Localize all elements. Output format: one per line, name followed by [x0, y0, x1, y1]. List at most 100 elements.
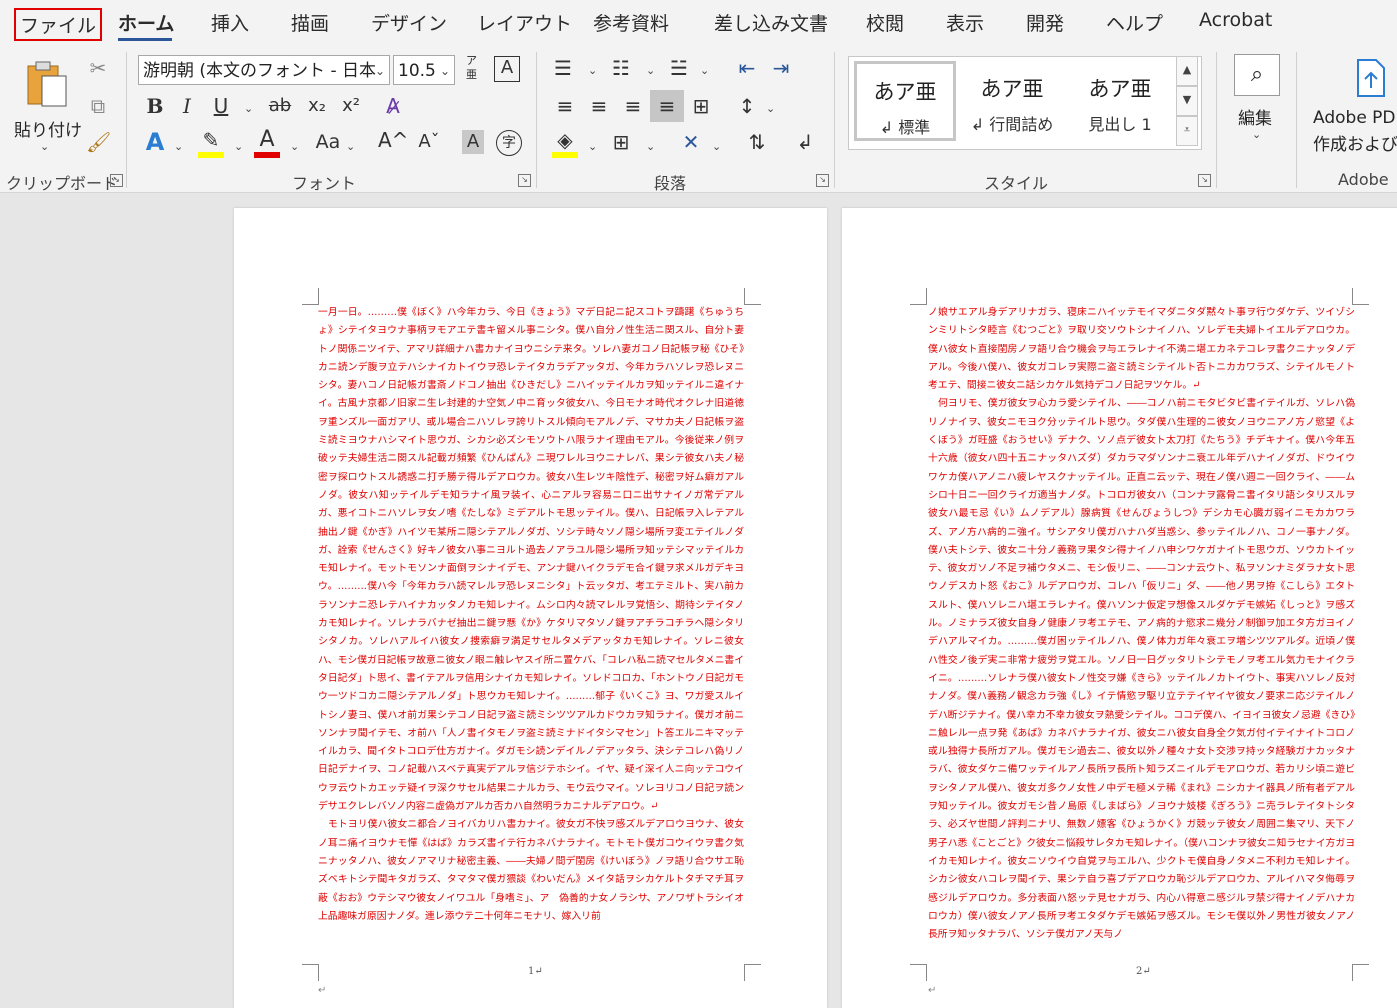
distributed-icon[interactable]: ⊞ [688, 94, 714, 118]
tab-insert[interactable]: 挿入 [211, 9, 249, 36]
document-body-text[interactable]: ノ娘サエアル身デアリナガラ、寝床ニハイッテモイマダニタダ黙々ト事ヲ行ウダケデ、ツ… [928, 304, 1355, 944]
clipboard-dialog-launcher[interactable]: ↘ [110, 174, 123, 187]
multilevel-list-icon[interactable]: ☱ [666, 56, 692, 80]
strikethrough-button[interactable]: ab [266, 94, 294, 118]
tab-references[interactable]: 参考資料 [593, 9, 669, 36]
document-page[interactable]: ノ娘サエアル身デアリナガラ、寝床ニハイッテモイマダニタダ黙々ト事ヲ行ウダケデ、ツ… [842, 208, 1397, 1008]
italic-button[interactable]: I [176, 94, 198, 118]
chevron-down-icon[interactable]: ⌄ [290, 140, 299, 153]
gallery-more[interactable]: ⩡ [1176, 116, 1198, 146]
style-heading-1[interactable]: あア亜 見出し 1 [1069, 61, 1171, 141]
chevron-down-icon[interactable]: ⌄ [700, 64, 709, 77]
borders-icon[interactable]: ⊞ [608, 130, 634, 154]
ribbon: 貼り付け ⌄ ✂ ⧉ 🖌 クリップボード ↘ 游明朝 (本文のフォント - 日本… [0, 44, 1397, 193]
adobe-create-pdf-button[interactable]: Adobe PD 作成および共 [1310, 54, 1397, 154]
enclose-char-button[interactable]: 字 [496, 130, 522, 156]
font-color-icon[interactable]: A [254, 128, 280, 158]
chevron-down-icon[interactable]: ⌄ [646, 64, 655, 77]
tab-layout[interactable]: レイアウト [477, 9, 572, 36]
paste-button[interactable]: 貼り付け ⌄ [10, 54, 82, 154]
crop-mark [1352, 964, 1369, 981]
editing-button[interactable]: ⌕ 編集 ⌄ [1232, 52, 1282, 152]
tab-file[interactable]: ファイル [14, 8, 103, 41]
chevron-down-icon: ⌄ [439, 64, 450, 78]
increase-indent-icon[interactable]: ⇥ [768, 56, 794, 80]
line-spacing-icon[interactable]: ↕ [734, 94, 760, 118]
crop-mark [910, 964, 927, 981]
adobe-button-line2: 作成および共 [1313, 135, 1397, 154]
char-shading-button[interactable]: A [462, 130, 484, 154]
superscript-button[interactable]: x² [338, 94, 364, 118]
show-marks-icon[interactable]: ↲ [792, 130, 818, 154]
tab-draw[interactable]: 描画 [291, 9, 329, 36]
adobe-button-line1: Adobe PD [1313, 108, 1396, 128]
chevron-down-icon[interactable]: ⌄ [646, 140, 655, 153]
format-painter-icon[interactable]: 🖌 [86, 130, 111, 154]
text-effects-icon[interactable]: A [142, 130, 168, 154]
decrease-indent-icon[interactable]: ⇤ [734, 56, 760, 80]
tab-mailings[interactable]: 差し込み文書 [714, 9, 828, 36]
paragraph-mark: ↵ [928, 985, 937, 996]
tab-home[interactable]: ホーム [118, 9, 174, 36]
subscript-button[interactable]: x₂ [304, 94, 330, 118]
align-center-icon[interactable]: ≡ [586, 94, 612, 118]
gallery-scroll-down[interactable]: ▼ [1176, 86, 1198, 116]
document-page[interactable]: 一月一日。………僕《ぼく》ハ今年カラ、今日《きょう》マデ日記ニ記スコトヲ躊躇《ち… [234, 208, 827, 1008]
styles-dialog-launcher[interactable]: ↘ [1198, 174, 1211, 187]
font-name-combo[interactable]: 游明朝 (本文のフォント - 日本 ⌄ [138, 55, 390, 85]
chevron-down-icon[interactable]: ⌄ [712, 140, 721, 153]
paragraph-mark: ↵ [318, 985, 327, 996]
tab-help[interactable]: ヘルプ [1106, 9, 1163, 36]
gallery-scroll-up[interactable]: ▲ [1176, 56, 1198, 86]
sort-icon[interactable]: ⇅ [744, 130, 770, 154]
group-divider [834, 52, 835, 188]
bold-button[interactable]: B [144, 94, 166, 118]
numbering-icon[interactable]: ☷ [608, 56, 634, 80]
paragraph-group-label: 段落 [654, 174, 687, 193]
font-size-combo[interactable]: 10.5 ⌄ [393, 55, 455, 85]
chevron-down-icon[interactable]: ⌄ [234, 140, 243, 153]
styles-group-label: スタイル [984, 174, 1049, 193]
highlight-color-icon[interactable]: ✎ [198, 128, 224, 158]
group-divider [126, 52, 127, 188]
copy-icon[interactable]: ⧉ [86, 94, 110, 118]
paste-label: 貼り付け [14, 121, 82, 141]
tab-developer[interactable]: 開発 [1026, 9, 1064, 36]
crop-mark [744, 964, 761, 981]
align-right-icon[interactable]: ≡ [620, 94, 646, 118]
bullets-icon[interactable]: ☰ [550, 56, 576, 80]
char-border-icon[interactable]: A [494, 56, 520, 82]
tab-design[interactable]: デザイン [371, 9, 447, 36]
change-case-button[interactable]: Aa [312, 130, 344, 154]
style-sample: あア亜 [1088, 77, 1152, 101]
tab-acrobat[interactable]: Acrobat [1199, 9, 1272, 31]
chevron-down-icon[interactable]: ⌄ [174, 140, 183, 153]
cut-icon[interactable]: ✂ [86, 56, 110, 80]
phonetic-guide-button[interactable]: ア亜 [466, 54, 480, 82]
chevron-down-icon[interactable]: ⌄ [244, 102, 253, 115]
font-dialog-launcher[interactable]: ↘ [518, 174, 531, 187]
asian-layout-icon[interactable]: ✕ [678, 130, 704, 154]
underline-button[interactable]: U [210, 94, 232, 118]
document-body-text[interactable]: 一月一日。………僕《ぼく》ハ今年カラ、今日《きょう》マデ日記ニ記スコトヲ躊躇《ち… [318, 304, 744, 926]
group-divider [1216, 52, 1217, 188]
chevron-down-icon: ⌄ [1252, 128, 1262, 141]
tab-view[interactable]: 表示 [946, 9, 984, 36]
chevron-down-icon[interactable]: ⌄ [588, 64, 597, 77]
style-normal[interactable]: あア亜 ↲ 標準 [854, 61, 956, 141]
chevron-down-icon[interactable]: ⌄ [766, 102, 775, 115]
clipboard-icon [27, 61, 67, 107]
shading-icon[interactable]: ◈ [552, 128, 578, 158]
tab-review[interactable]: 校閲 [866, 9, 904, 36]
clear-formatting-icon[interactable]: A̷ [380, 94, 406, 118]
chevron-down-icon[interactable]: ⌄ [346, 140, 355, 153]
style-no-spacing[interactable]: あア亜 ↲ 行間詰め [961, 61, 1063, 141]
align-left-icon[interactable]: ≡ [552, 94, 578, 118]
adobe-group-label: Adobe [1338, 170, 1389, 189]
shrink-font-button[interactable]: Aˇ [414, 130, 444, 154]
chevron-down-icon[interactable]: ⌄ [588, 140, 597, 153]
grow-font-button[interactable]: A^ [378, 128, 408, 152]
paragraph-dialog-launcher[interactable]: ↘ [816, 174, 829, 187]
group-divider [1296, 52, 1297, 188]
justify-icon[interactable]: ≡ [650, 90, 684, 122]
